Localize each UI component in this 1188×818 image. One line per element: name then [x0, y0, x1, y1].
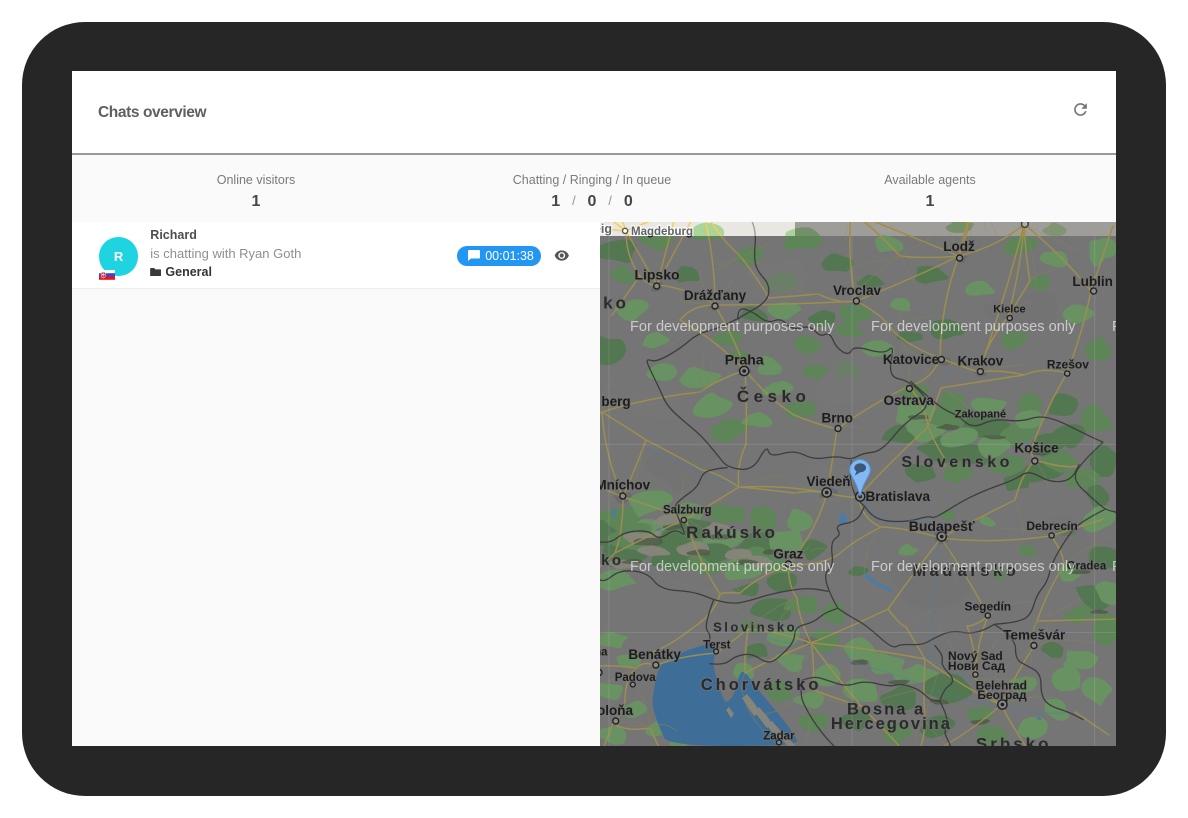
- svg-text:For development purposes only: For development purposes only: [871, 559, 1076, 575]
- svg-text:For development purposes only: For development purposes only: [630, 559, 835, 575]
- svg-text:For development purposes only: For development purposes only: [630, 319, 835, 335]
- svg-text:For development purposes only: For development purposes only: [871, 319, 1076, 335]
- svg-text:For development purposes only: For development purposes only: [1112, 559, 1116, 575]
- svg-text:For development purposes only: For development purposes only: [1112, 319, 1116, 335]
